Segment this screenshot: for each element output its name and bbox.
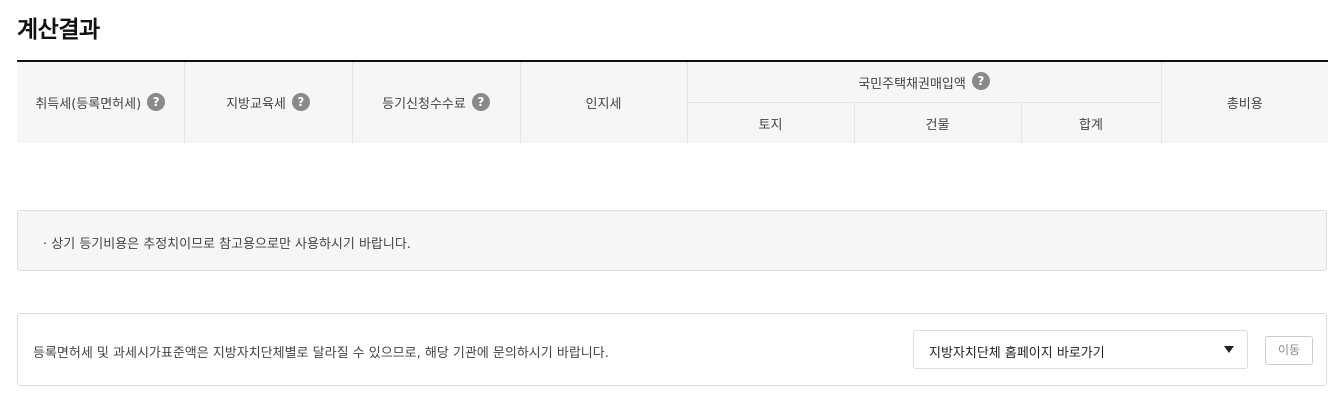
header-stamp-tax: 인지세: [520, 61, 688, 143]
local-government-select[interactable]: 지방자치단체 홈페이지 바로가기: [913, 330, 1248, 369]
header-education-tax: 지방교육세?: [184, 61, 353, 143]
header-stamp-tax-label: 인지세: [585, 97, 622, 112]
header-bond-purchase: 국민주택채권매입액?: [687, 61, 1162, 103]
header-total-cost: 총비용: [1161, 61, 1329, 143]
header-bond-building: 건물: [854, 102, 1022, 143]
notice-text: · 상기 등기비용은 추정치이므로 참고용으로만 사용하시기 바랍니다.: [43, 237, 411, 252]
question-circle-icon[interactable]: ?: [147, 92, 166, 111]
header-acquisition-tax-label: 취득세(등록면허세): [35, 97, 142, 112]
question-circle-icon[interactable]: ?: [471, 92, 490, 111]
go-button[interactable]: 이동: [1265, 336, 1313, 365]
info-text: 등록면허세 및 과세시가표준액은 지방자치단체별로 달라질 수 있으므로, 해당…: [33, 346, 609, 361]
question-circle-icon[interactable]: ?: [971, 72, 990, 90]
result-table: 취득세(등록면허세)? 지방교육세? 등기신청수수료? 인지세 국민주택채권매입…: [17, 60, 1329, 143]
calculation-result-page: 계산결과 취득세(등록면허세)? 지방교육세? 등기신청수수료? 인지세 국민주…: [0, 0, 1334, 403]
page-title: 계산결과: [17, 17, 100, 43]
header-bond-land: 토지: [687, 102, 855, 143]
notice-box: · 상기 등기비용은 추정치이므로 참고용으로만 사용하시기 바랍니다.: [17, 210, 1327, 271]
header-education-tax-label: 지방교육세: [226, 97, 286, 112]
header-bond-total: 합계: [1021, 102, 1162, 143]
select-value: 지방자치단체 홈페이지 바로가기: [929, 346, 1105, 361]
header-bond-purchase-label: 국민주택채권매입액: [858, 76, 966, 92]
header-acquisition-tax: 취득세(등록면허세)?: [17, 61, 185, 143]
header-registration-fee: 등기신청수수료?: [352, 61, 521, 143]
caret-down-icon: [1224, 346, 1234, 353]
header-total-cost-label: 총비용: [1226, 97, 1263, 112]
question-circle-icon[interactable]: ?: [291, 92, 310, 111]
header-registration-fee-label: 등기신청수수료: [382, 97, 466, 112]
local-government-box: 등록면허세 및 과세시가표준액은 지방자치단체별로 달라질 수 있으므로, 해당…: [17, 313, 1327, 386]
